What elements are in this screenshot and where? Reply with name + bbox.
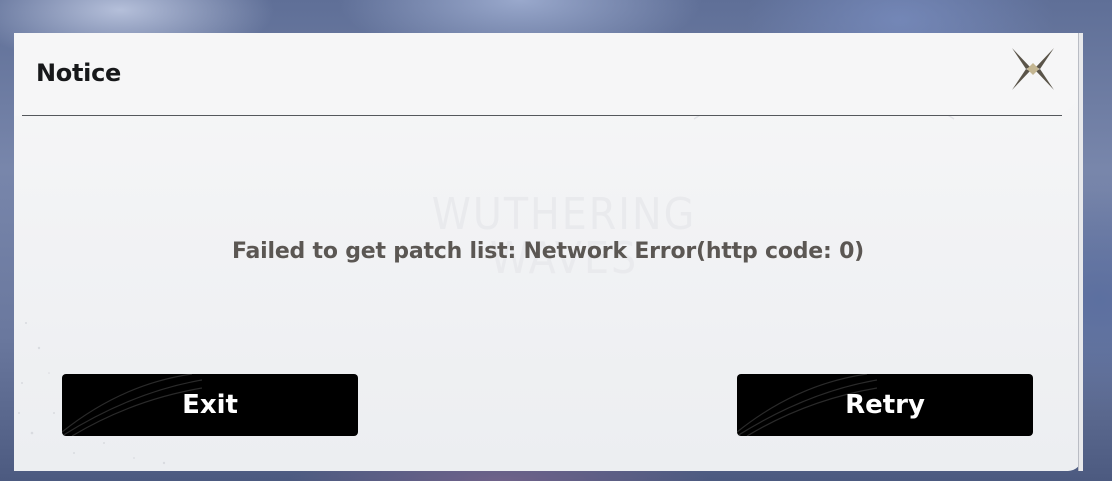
dialog-header: Notice [14, 33, 1082, 116]
header-divider [22, 115, 1062, 116]
retry-button-label: Retry [845, 390, 925, 420]
close-button[interactable] [1008, 45, 1058, 93]
game-logo-watermark: WUTHERING WAVES [414, 193, 714, 281]
exit-button[interactable]: Exit [62, 374, 358, 436]
button-decoration [62, 374, 202, 436]
retry-button[interactable]: Retry [737, 374, 1033, 436]
close-x-icon [1012, 48, 1054, 90]
dialog-right-edge [1078, 33, 1083, 471]
dialog-title: Notice [36, 59, 121, 87]
watermark-line-1: WUTHERING [431, 189, 697, 240]
notice-dialog: Notice WUTHERING WAVES Failed to get pat… [14, 33, 1082, 471]
exit-button-label: Exit [182, 390, 238, 420]
error-message: Failed to get patch list: Network Error(… [231, 239, 865, 264]
